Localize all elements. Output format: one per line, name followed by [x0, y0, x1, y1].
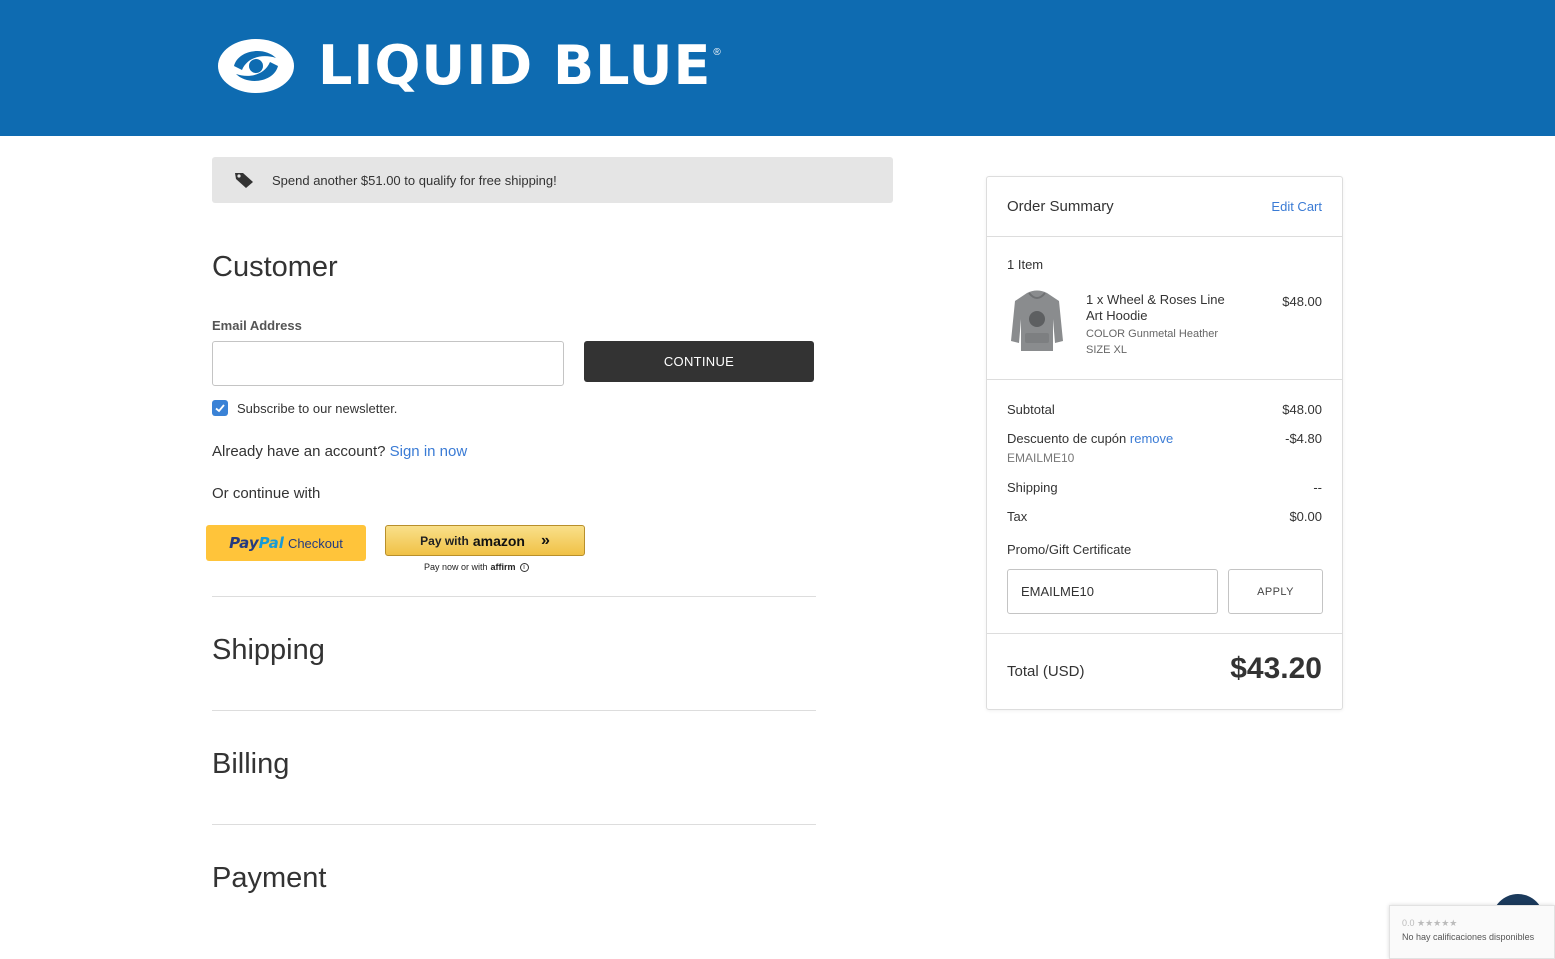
tax-label: Tax — [1007, 509, 1028, 524]
item-count: 1 Item — [1007, 257, 1044, 272]
section-divider — [212, 710, 816, 711]
shipping-value: -- — [1313, 480, 1322, 495]
item-price: $48.00 — [1282, 294, 1322, 309]
discount-value: -$4.80 — [1285, 431, 1322, 446]
newsletter-option[interactable]: Subscribe to our newsletter. — [212, 400, 397, 416]
payment-heading: Payment — [212, 862, 327, 894]
newsletter-checkbox[interactable] — [212, 400, 228, 416]
order-summary: Order Summary Edit Cart 1 Item 1 x Wheel… — [986, 176, 1343, 710]
summary-header: Order Summary Edit Cart — [1007, 198, 1322, 215]
tag-icon — [235, 173, 253, 188]
info-icon[interactable]: i — [519, 562, 529, 572]
amazon-logo: amazon — [472, 532, 525, 549]
paypal-logo: PayPal — [229, 534, 284, 552]
affirm-note: Pay now or with affirm i — [424, 562, 529, 572]
summary-divider — [987, 236, 1342, 237]
summary-divider — [987, 379, 1342, 380]
account-prompt-text: Already have an account? — [212, 443, 386, 460]
brand-name: LIQUID BLUE — [318, 34, 712, 97]
sign-in-link[interactable]: Sign in now — [390, 443, 468, 460]
double-chevron-icon: » — [540, 531, 550, 549]
summary-divider — [987, 633, 1342, 634]
total-label: Total (USD) — [1007, 663, 1085, 680]
discount-label-group: Descuento de cupón remove — [1007, 431, 1173, 446]
subtotal-label: Subtotal — [1007, 402, 1055, 417]
summary-title: Order Summary — [1007, 198, 1114, 215]
item-name: 1 x Wheel & Roses Line Art Hoodie — [1086, 292, 1225, 323]
subtotal-row: Subtotal $48.00 — [1007, 402, 1322, 417]
checkmark-icon — [215, 404, 225, 413]
tax-row: Tax $0.00 — [1007, 509, 1322, 524]
reviews-text: No hay calificaciones disponibles — [1402, 932, 1535, 942]
free-shipping-banner: Spend another $51.00 to qualify for free… — [212, 157, 893, 203]
tax-value: $0.00 — [1289, 509, 1322, 524]
rating-stars: 0.0 ★★★★★ — [1402, 918, 1458, 928]
email-field[interactable] — [212, 341, 564, 386]
paypal-checkout-button[interactable]: PayPal Checkout — [206, 525, 366, 561]
affirm-logo: affirm — [490, 562, 516, 572]
paypal-checkout-label: Checkout — [287, 535, 343, 551]
liquid-blue-logo-mark-icon — [218, 39, 294, 93]
amazon-pay-label: Pay with — [420, 533, 469, 548]
or-continue-label: Or continue with — [212, 485, 321, 502]
subtotal-value: $48.00 — [1282, 402, 1322, 417]
remove-coupon-link[interactable]: remove — [1130, 431, 1173, 446]
promo-code-input[interactable] — [1007, 569, 1218, 614]
banner-text: Spend another $51.00 to qualify for free… — [272, 172, 557, 188]
billing-heading: Billing — [212, 748, 290, 780]
reviews-widget[interactable]: 0.0 ★★★★★ No hay calificaciones disponib… — [1389, 905, 1555, 959]
shipping-row: Shipping -- — [1007, 480, 1322, 495]
site-header: LIQUID BLUE ® — [0, 0, 1555, 136]
discount-row: Descuento de cupón remove -$4.80 — [1007, 431, 1322, 446]
section-divider — [212, 824, 816, 825]
total-value: $43.20 — [1230, 652, 1322, 685]
email-label: Email Address — [212, 318, 302, 333]
shipping-label: Shipping — [1007, 480, 1058, 495]
registered-mark: ® — [713, 46, 721, 58]
newsletter-label: Subscribe to our newsletter. — [237, 400, 398, 416]
apply-promo-button[interactable]: APPLY — [1228, 569, 1323, 614]
discount-label: Descuento de cupón — [1007, 431, 1127, 446]
hoodie-product-image — [1011, 290, 1063, 351]
brand-logo[interactable]: LIQUID BLUE ® — [216, 36, 721, 96]
item-color: COLOR Gunmetal Heather — [1086, 328, 1219, 340]
edit-cart-link[interactable]: Edit Cart — [1271, 199, 1322, 214]
item-count-row: 1 Item — [1007, 257, 1322, 272]
customer-heading: Customer — [212, 251, 338, 283]
item-size: SIZE XL — [1086, 344, 1127, 356]
continue-button[interactable]: CONTINUE — [584, 341, 814, 382]
promo-label: Promo/Gift Certificate — [1007, 542, 1132, 557]
amazon-pay-button[interactable]: Pay with amazon » — [385, 525, 585, 556]
paypal-logo-pay: Pay — [229, 534, 259, 552]
shipping-heading: Shipping — [212, 634, 325, 666]
paypal-logo-pal: Pal — [258, 534, 284, 552]
section-divider — [212, 596, 816, 597]
affirm-text: Pay now or with — [424, 562, 488, 572]
coupon-code: EMAILME10 — [1007, 451, 1075, 465]
account-prompt: Already have an account? Sign in now — [212, 443, 467, 460]
